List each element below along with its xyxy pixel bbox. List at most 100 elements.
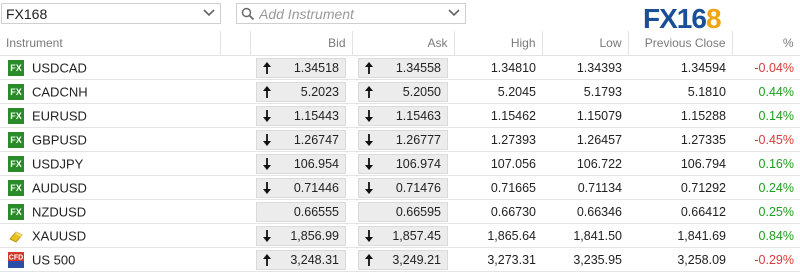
row-spacer <box>220 55 250 80</box>
ask-value: 0.71476 <box>395 180 441 195</box>
row-spacer <box>220 247 250 272</box>
bid-cell[interactable]: 1.34518 <box>250 55 352 80</box>
table-row[interactable]: FX NZDUSD 0.66555 0.66595 0.66730 0.66346 0.66… <box>0 199 800 224</box>
col-spacer <box>220 31 251 56</box>
ask-box[interactable]: 5.2050 <box>358 81 448 102</box>
previous-close-value: 5.1810 <box>628 79 732 104</box>
instrument-cell[interactable]: FX CADCNH <box>0 79 220 104</box>
row-spacer <box>220 175 250 200</box>
watchlist-select[interactable]: FX168 <box>1 3 221 24</box>
bid-cell[interactable]: 106.954 <box>250 151 352 176</box>
chevron-down-icon[interactable] <box>202 5 216 21</box>
ask-value: 3,249.21 <box>392 252 441 267</box>
instrument-cell[interactable]: FX GBPUSD <box>0 127 220 152</box>
previous-close-value: 0.66412 <box>628 199 732 224</box>
table-row[interactable]: FX USDJPY 106.954 106.974 107.056 106.722 106.… <box>0 151 800 176</box>
add-instrument-field[interactable] <box>236 3 466 24</box>
table-row[interactable]: FX USDCAD 1.34518 1.34558 1.34810 1.34393 1.34… <box>0 55 800 80</box>
arrow-down-icon <box>263 229 271 242</box>
col-ask[interactable]: Ask <box>352 31 455 56</box>
ask-cell[interactable]: 1.26777 <box>352 127 454 152</box>
ask-box[interactable]: 1.34558 <box>358 57 448 78</box>
row-spacer <box>220 79 250 104</box>
instrument-cell[interactable]: FX USDJPY <box>0 151 220 176</box>
high-value: 107.056 <box>454 151 542 176</box>
bid-cell[interactable]: 1,856.99 <box>250 223 352 248</box>
table-row[interactable]: FX AUDUSD 0.71446 0.71476 0.71665 0.71134 0.71… <box>0 175 800 200</box>
bid-cell[interactable]: 1.15443 <box>250 103 352 128</box>
arrow-up-icon <box>365 61 373 74</box>
svg-text:CFD: CFD <box>9 254 23 261</box>
bid-box[interactable]: 106.954 <box>256 153 346 174</box>
arrow-up-icon <box>365 253 373 266</box>
bid-value: 1.15443 <box>293 108 339 123</box>
col-instrument[interactable]: Instrument <box>0 31 221 56</box>
low-value: 106.722 <box>542 151 628 176</box>
ask-value: 5.2050 <box>402 84 441 99</box>
ask-cell[interactable]: 106.974 <box>352 151 454 176</box>
bid-value: 1.34518 <box>293 60 339 75</box>
arrow-up-icon <box>365 85 373 98</box>
ask-box[interactable]: 1.15463 <box>358 105 448 126</box>
bid-box[interactable]: 5.2023 <box>256 81 346 102</box>
percent-change-value: 0.14% <box>732 103 800 128</box>
fx-icon: FX <box>8 203 24 220</box>
instrument-cell[interactable]: FX USDCAD <box>0 55 220 80</box>
ask-cell[interactable]: 1.15463 <box>352 103 454 128</box>
bid-cell[interactable]: 0.71446 <box>250 175 352 200</box>
percent-change-value: 0.16% <box>732 151 800 176</box>
bid-box[interactable]: 1.34518 <box>256 57 346 78</box>
table-row[interactable]: FX EURUSD 1.15443 1.15463 1.15462 1.15079 1.15… <box>0 103 800 128</box>
col-low[interactable]: Low <box>542 31 629 56</box>
high-value: 1.15462 <box>454 103 542 128</box>
instrument-cell[interactable]: FX EURUSD <box>0 103 220 128</box>
ask-cell[interactable]: 1.34558 <box>352 55 454 80</box>
percent-change-value: -0.04% <box>732 55 800 80</box>
low-value: 0.71134 <box>542 175 628 200</box>
col-high[interactable]: High <box>454 31 543 56</box>
table-row[interactable]: FX CADCNH 5.2023 5.2050 5.2045 5.1793 5.1810 0.… <box>0 79 800 104</box>
ask-box[interactable]: 106.974 <box>358 153 448 174</box>
previous-close-value: 1.27335 <box>628 127 732 152</box>
low-value: 1,841.50 <box>542 223 628 248</box>
col-previous-close[interactable]: Previous Close <box>628 31 733 56</box>
bid-box[interactable]: 1,856.99 <box>256 225 346 246</box>
bid-cell[interactable]: 1.26747 <box>250 127 352 152</box>
ask-cell[interactable]: 5.2050 <box>352 79 454 104</box>
bid-box[interactable]: 1.15443 <box>256 105 346 126</box>
bid-cell[interactable]: 0.66555 <box>250 199 352 224</box>
add-instrument-input[interactable] <box>259 5 439 22</box>
ask-box[interactable]: 0.71476 <box>358 177 448 198</box>
table-row[interactable]: FX GBPUSD 1.26747 1.26777 1.27393 1.26457 1.27… <box>0 127 800 152</box>
ask-cell[interactable]: 3,249.21 <box>352 247 454 272</box>
row-spacer <box>220 151 250 176</box>
instrument-cell[interactable]: FX NZDUSD <box>0 199 220 224</box>
table-row[interactable]: CFD US 500 3,248.31 3,249.21 3,273.31 3,235.9… <box>0 247 800 272</box>
chevron-down-icon[interactable] <box>447 5 461 21</box>
ask-box[interactable]: 0.66595 <box>358 201 448 222</box>
col-bid[interactable]: Bid <box>250 31 353 56</box>
instrument-cell[interactable]: FX AUDUSD <box>0 175 220 200</box>
instrument-cell[interactable]: XAUUSD <box>0 223 220 248</box>
bid-cell[interactable]: 5.2023 <box>250 79 352 104</box>
bid-box[interactable]: 1.26747 <box>256 129 346 150</box>
ask-box[interactable]: 1,857.45 <box>358 225 448 246</box>
bid-box[interactable]: 0.66555 <box>256 201 346 222</box>
ask-cell[interactable]: 1,857.45 <box>352 223 454 248</box>
ask-cell[interactable]: 0.66595 <box>352 199 454 224</box>
instrument-cell[interactable]: CFD US 500 <box>0 247 220 272</box>
arrow-down-icon <box>365 229 373 242</box>
ask-box[interactable]: 3,249.21 <box>358 249 448 270</box>
fx-icon: FX <box>8 107 24 124</box>
col-percent[interactable]: % <box>732 31 800 56</box>
table-row[interactable]: XAUUSD 1,856.99 1,857.45 1,865.64 1,841.50 1,… <box>0 223 800 248</box>
previous-close-value: 1.34594 <box>628 55 732 80</box>
ask-box[interactable]: 1.26777 <box>358 129 448 150</box>
ask-cell[interactable]: 0.71476 <box>352 175 454 200</box>
bid-cell[interactable]: 3,248.31 <box>250 247 352 272</box>
bid-value: 0.71446 <box>293 180 339 195</box>
high-value: 1.34810 <box>454 55 542 80</box>
bid-box[interactable]: 0.71446 <box>256 177 346 198</box>
instrument-name: XAUUSD <box>32 228 87 243</box>
bid-box[interactable]: 3,248.31 <box>256 249 346 270</box>
